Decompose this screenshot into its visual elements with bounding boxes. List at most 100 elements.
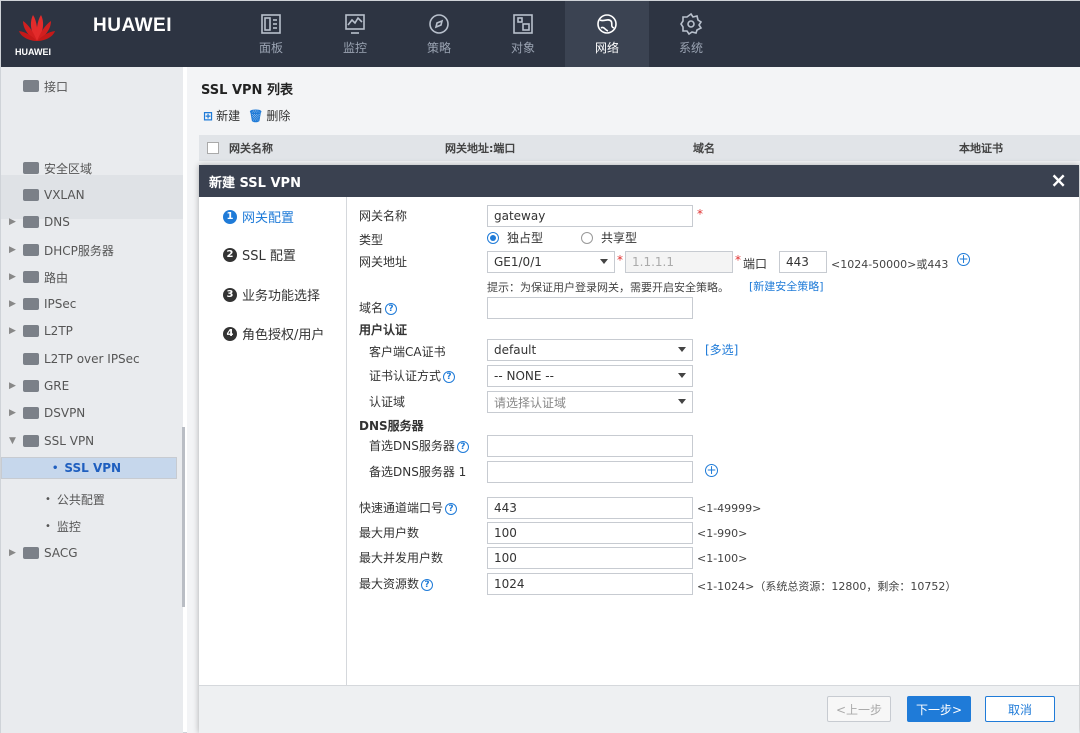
wizard-steps: 1 网关配置 2 SSL 配置 3 业务功能选择 4 角色授权/用户 (199, 197, 347, 685)
sidebar-item-l2tp-over-ipsec[interactable]: L2TP over IPSec (1, 346, 183, 372)
nav-label: 监控 (342, 41, 367, 55)
step-label: 网关配置 (242, 211, 295, 226)
dns1-input[interactable] (487, 435, 693, 457)
sidebar-item-interface[interactable]: 接口 (1, 73, 183, 99)
max-concurrent-input[interactable]: 100 (487, 547, 693, 569)
sidebar-item-dsvpn[interactable]: ▶ DSVPN (1, 400, 183, 426)
dns2-input[interactable] (487, 461, 693, 483)
sidebar-subitem-monitor[interactable]: • 监控 (1, 513, 183, 539)
help-icon[interactable]: ? (385, 302, 398, 315)
app-window: HUAWEI HUAWEI 面板 监控 策略 对象 网络 系统 接口 安全区域 … (0, 0, 1080, 733)
domain-label-text: 域名 (359, 301, 384, 315)
step-number: 2 (223, 247, 237, 262)
step-gateway-config[interactable]: 1 网关配置 (223, 207, 294, 226)
max-resources-input[interactable]: 1024 (487, 573, 693, 595)
step-role-auth[interactable]: 4 角色授权/用户 (223, 324, 324, 343)
step-ssl-config[interactable]: 2 SSL 配置 (223, 245, 296, 264)
top-bar: HUAWEI HUAWEI 面板 监控 策略 对象 网络 系统 (1, 1, 1080, 67)
dns2-label: 备选DNS服务器 1 (369, 465, 467, 479)
sidebar-item-sacg[interactable]: ▶ SACG (1, 540, 183, 566)
step-number: 1 (223, 209, 237, 224)
dsvpn-icon (23, 407, 39, 419)
max-users-input[interactable]: 100 (487, 522, 693, 544)
sidebar-item-dhcp[interactable]: ▶ DHCP服务器 (1, 237, 183, 263)
delete-button[interactable]: 🗑 删除 (248, 107, 290, 124)
next-button[interactable]: 下一步> (907, 696, 971, 722)
cert-auth-label: 证书认证方式? (369, 367, 456, 384)
sidebar-item-dns[interactable]: ▶ DNS (1, 209, 183, 235)
new-sslvpn-dialog: 新建 SSL VPN × 1 网关配置 2 SSL 配置 3 业务功能选择 4 角色授权… (199, 165, 1079, 733)
help-icon[interactable]: ? (456, 440, 469, 453)
sidebar-item-label: L2TP over IPSec (44, 352, 140, 366)
port-input[interactable]: 443 (779, 251, 827, 273)
multi-select-link[interactable]: [多选] (705, 341, 738, 358)
auth-domain-select[interactable]: 请选择认证域 (487, 391, 693, 413)
gw-name-input[interactable]: gateway (487, 205, 693, 227)
chevron-right-icon: ▶ (9, 326, 16, 336)
cert-auth-select[interactable]: -- NONE -- (487, 365, 693, 387)
sidebar-item-label: 安全区域 (44, 161, 93, 176)
step-number: 3 (223, 287, 237, 302)
radio-label: 独占型 (507, 231, 544, 245)
sidebar-item-security-zone[interactable]: 安全区域 (1, 155, 183, 181)
chevron-right-icon: ▶ (9, 408, 16, 418)
globe-icon (597, 14, 617, 34)
close-icon[interactable]: × (1050, 169, 1067, 191)
select-value: 请选择认证域 (494, 395, 567, 410)
radio-indicator (487, 231, 499, 244)
max-concurrent-hint: <1-100> (697, 552, 748, 565)
sidebar-item-vxlan[interactable]: VXLAN (1, 182, 183, 208)
sidebar-item-l2tp[interactable]: ▶ L2TP (1, 318, 183, 344)
dns-heading: DNS服务器 (359, 419, 424, 433)
fast-port-label: 快速通道端口号? (359, 499, 458, 516)
client-ca-select[interactable]: default (487, 339, 693, 361)
dialog-footer: <上一步 下一步> 取消 (199, 685, 1079, 733)
step-service-select[interactable]: 3 业务功能选择 (223, 285, 320, 304)
sidebar-scrollbar[interactable] (182, 427, 185, 607)
dialog-title: 新建 SSL VPN (209, 175, 301, 191)
select-all-checkbox[interactable] (207, 142, 219, 154)
nav-monitor[interactable]: 监控 (313, 1, 397, 67)
nav-label: 对象 (510, 41, 535, 55)
new-security-policy-link[interactable]: [新建安全策略] (749, 278, 824, 294)
gw-ip-input[interactable]: 1.1.1.1 (625, 251, 733, 273)
nav-policy[interactable]: 策略 (397, 1, 481, 67)
top-nav: 面板 监控 策略 对象 网络 系统 (229, 1, 733, 67)
fast-port-label-text: 快速通道端口号 (359, 501, 444, 515)
radio-indicator (581, 231, 593, 244)
sidebar-item-gre[interactable]: ▶ GRE (1, 373, 183, 399)
help-icon[interactable]: ? (445, 502, 458, 515)
add-dns-icon[interactable]: + (705, 464, 718, 477)
nav-object[interactable]: 对象 (481, 1, 565, 67)
sidebar-subitem-sslvpn[interactable]: • SSL VPN (1, 457, 177, 479)
nav-label: 面板 (258, 41, 283, 55)
help-icon[interactable]: ? (421, 578, 434, 591)
compass-icon (429, 14, 449, 34)
sidebar-item-sslvpn[interactable]: ▼ SSL VPN (1, 428, 183, 454)
ipsec-icon (23, 298, 39, 310)
nav-dashboard[interactable]: 面板 (229, 1, 313, 67)
fast-port-input[interactable]: 443 (487, 497, 693, 519)
sidebar-item-label: 接口 (44, 79, 69, 94)
nav-network[interactable]: 网络 (565, 1, 649, 67)
type-shared-radio[interactable]: 共享型 (581, 229, 637, 246)
brand-sub: HUAWEI (15, 47, 51, 57)
table-header: 网关名称 网关地址:端口 域名 本地证书 (199, 135, 1080, 161)
type-exclusive-radio[interactable]: 独占型 (487, 229, 543, 246)
huawei-logo: HUAWEI HUAWEI (7, 7, 187, 65)
sidebar-item-ipsec[interactable]: ▶ IPSec (1, 291, 183, 317)
sidebar-item-label: DHCP服务器 (44, 243, 114, 258)
prev-button[interactable]: <上一步 (827, 696, 891, 722)
l2tp-icon (23, 325, 39, 337)
add-address-icon[interactable]: + (957, 253, 970, 266)
new-button[interactable]: ⊞ 新建 (203, 107, 240, 124)
domain-input[interactable] (487, 297, 693, 319)
cancel-button[interactable]: 取消 (985, 696, 1055, 722)
nav-system[interactable]: 系统 (649, 1, 733, 67)
gw-interface-select[interactable]: GE1/0/1 (487, 251, 615, 273)
sidebar-subitem-common-config[interactable]: • 公共配置 (1, 486, 183, 512)
help-icon[interactable]: ? (443, 370, 456, 383)
sacg-icon (23, 547, 39, 559)
sidebar-item-route[interactable]: ▶ 路由 (1, 264, 183, 290)
chevron-down-icon (678, 347, 686, 352)
